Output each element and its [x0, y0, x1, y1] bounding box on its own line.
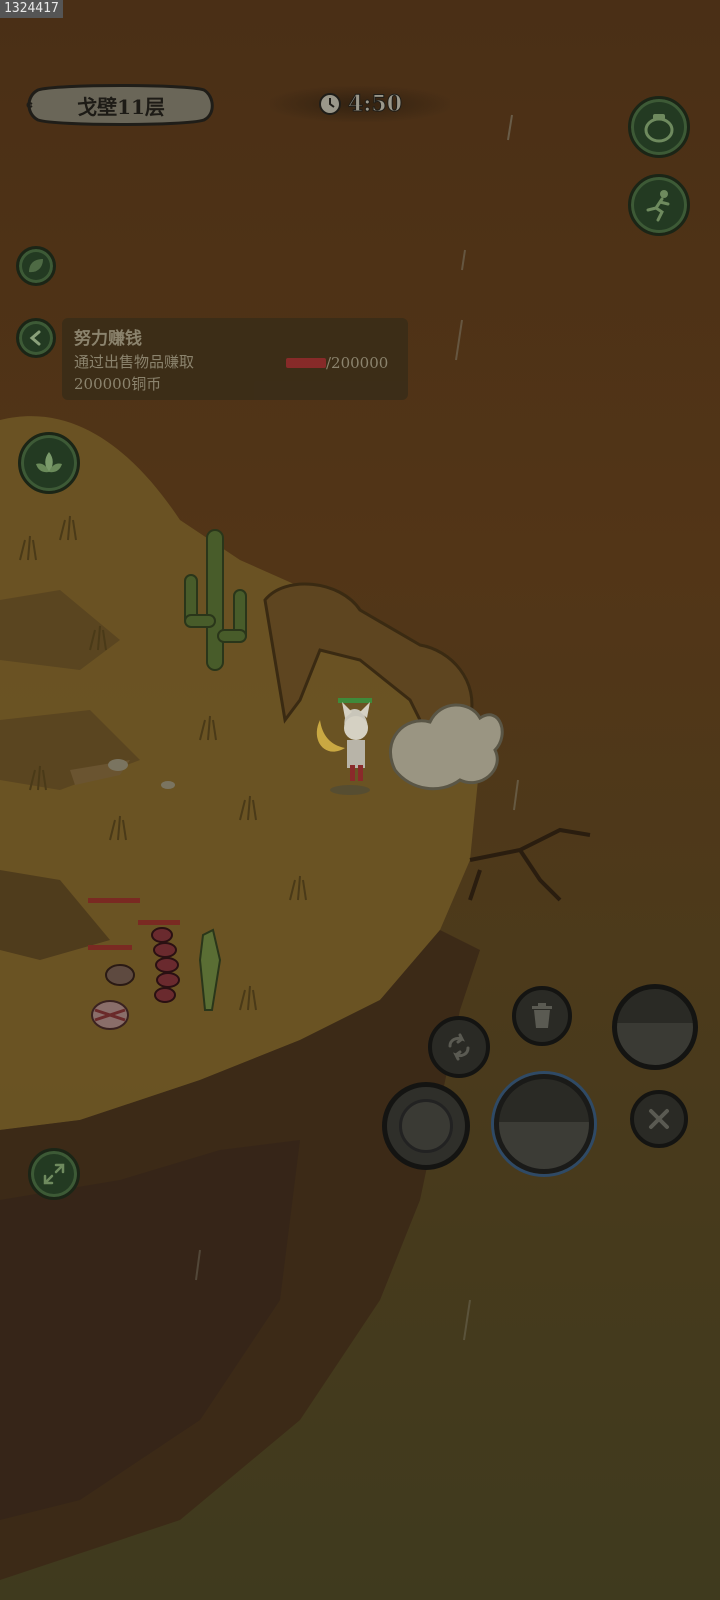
quest-progress-current: [286, 358, 326, 368]
quest-description-line1: 通过出售物品赚取: [74, 353, 195, 371]
attack-button[interactable]: [494, 1074, 594, 1174]
collapse-quest-button[interactable]: [16, 318, 56, 358]
quest-description-line2: 200000铜币: [74, 375, 162, 393]
swap-button[interactable]: [428, 1016, 490, 1078]
leaf-button[interactable]: [16, 246, 56, 286]
pot-button[interactable]: [628, 96, 690, 158]
skill-slot-1-button[interactable]: [612, 984, 698, 1070]
lotus-icon: [36, 452, 62, 473]
level-banner: 戈壁11层: [26, 82, 216, 128]
cancel-button[interactable]: [630, 1090, 688, 1148]
skill-slot-2-emblem: [399, 1099, 453, 1153]
quest-title: 努力赚钱: [74, 329, 142, 349]
lotus-button[interactable]: [18, 432, 80, 494]
timer-value: 4:50: [347, 91, 403, 118]
expand-button[interactable]: [28, 1148, 80, 1200]
quest-panel[interactable]: 努力赚钱 通过出售物品赚取 200000铜币 /200000: [62, 318, 408, 400]
level-label: 戈壁11层: [77, 94, 165, 119]
chevron-left-icon: [29, 330, 41, 346]
close-icon: [649, 1109, 669, 1129]
leaf-icon: [29, 259, 43, 273]
expand-arrows-icon: [43, 1163, 65, 1185]
desert-terrain: [0, 114, 591, 1580]
game-scene: 1324417 戈壁11层 4:50 努力赚钱 通过出售物品赚取 200000铜…: [0, 0, 720, 1600]
trash-icon: [532, 1003, 552, 1028]
sprint-button[interactable]: [628, 174, 690, 236]
discard-button[interactable]: [512, 986, 572, 1046]
watermark-id: 1324417: [0, 0, 63, 18]
quest-progress: /200000: [286, 354, 388, 372]
swap-arrows-icon: [448, 1033, 470, 1061]
clock-icon: [318, 93, 341, 115]
running-man-icon: [646, 190, 670, 222]
skill-slot-2-button[interactable]: [382, 1082, 470, 1170]
pot-icon: [644, 114, 674, 143]
timer-display: 4:50: [270, 86, 450, 122]
quest-progress-total: /200000: [326, 354, 389, 372]
